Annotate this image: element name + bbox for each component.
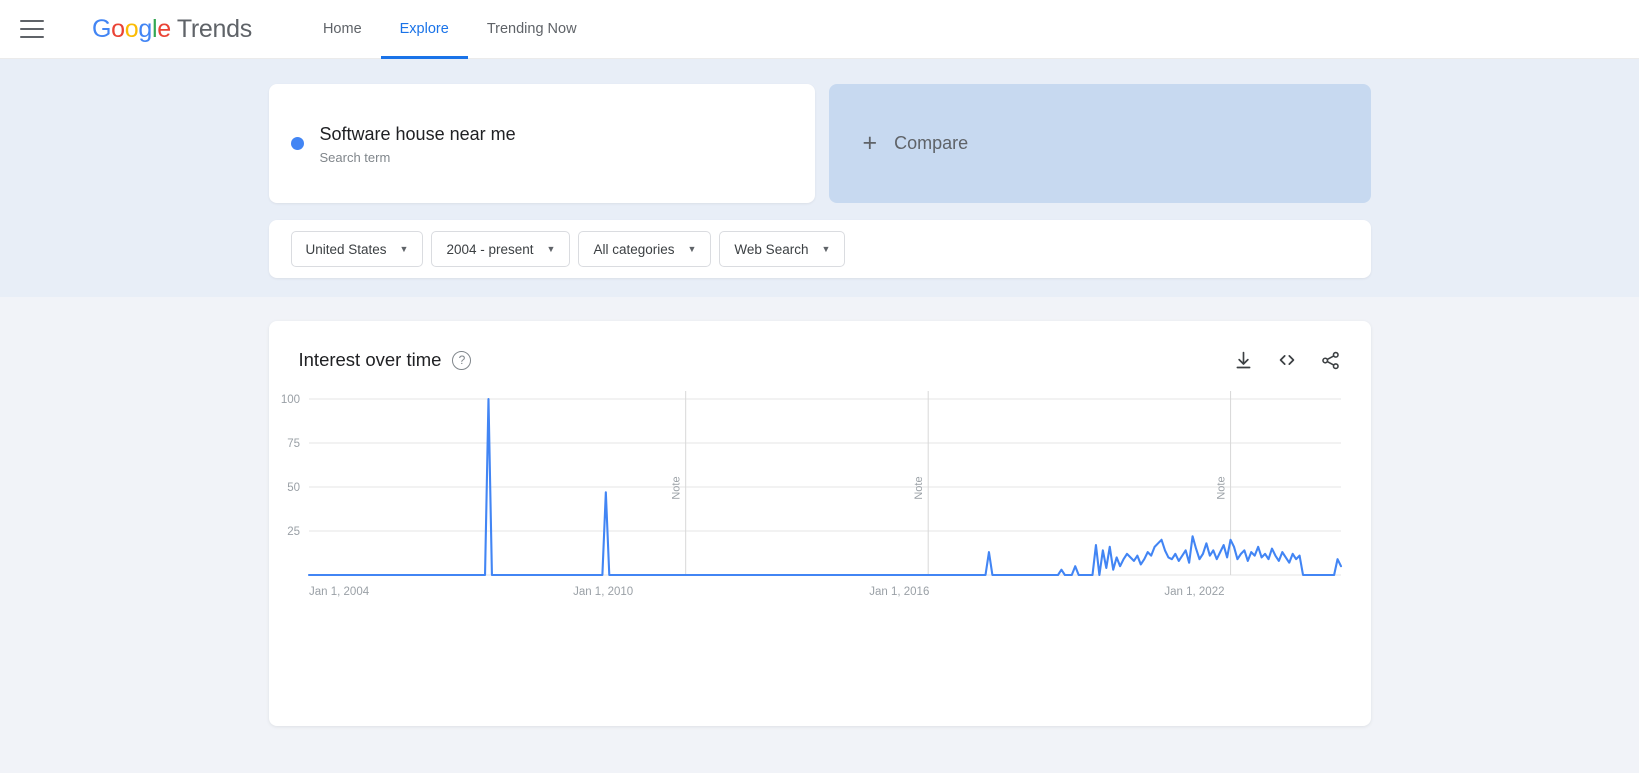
filter-location-label: United States <box>305 241 387 257</box>
search-term-card[interactable]: Software house near me Search term <box>268 84 815 203</box>
y-axis-tick-label: 50 <box>287 482 300 494</box>
x-axis-tick-label: Jan 1, 2016 <box>869 586 929 598</box>
plus-icon: + <box>862 129 878 157</box>
nav-label-trending-now: Trending Now <box>486 21 577 37</box>
chart-title: Interest over time <box>298 349 442 370</box>
query-filter-band: Software house near me Search term + Com… <box>0 59 1639 297</box>
google-trends-logo[interactable]: Google Trends <box>92 15 252 44</box>
note-annotation-label[interactable]: Note <box>1215 476 1227 499</box>
compare-card[interactable]: + Compare <box>828 84 1371 203</box>
nav-label-home: Home <box>322 21 362 37</box>
chart-title-row: Interest over time ? <box>299 349 472 371</box>
nav-item-explore[interactable]: Explore <box>380 0 468 59</box>
filter-category[interactable]: All categories ▼ <box>578 231 712 267</box>
hamburger-menu-icon[interactable] <box>20 20 44 38</box>
main-navigation: Home Explore Trending Now <box>304 0 596 59</box>
embed-code-icon[interactable] <box>1276 349 1298 371</box>
chevron-down-icon: ▼ <box>687 244 697 254</box>
download-icon[interactable] <box>1233 350 1254 371</box>
chevron-down-icon: ▼ <box>399 244 409 254</box>
interest-over-time-chart[interactable]: 100 75 50 25 Note Note Note Jan 1, 2004 Jan 1, 2… <box>269 383 1371 683</box>
filter-time-range[interactable]: 2004 - present ▼ <box>431 231 571 267</box>
y-axis-tick-label: 75 <box>287 438 300 450</box>
filter-search-type[interactable]: Web Search ▼ <box>719 231 846 267</box>
trends-wordmark: Trends <box>176 14 252 43</box>
compare-label: Compare <box>894 133 969 153</box>
x-axis-tick-label: Jan 1, 2010 <box>573 586 633 598</box>
chart-plot-area[interactable]: 100 75 50 25 Note Note Note Jan 1, 2004 Jan 1, 2… <box>269 383 1371 683</box>
filter-time-range-label: 2004 - present <box>446 241 534 257</box>
nav-item-trending-now[interactable]: Trending Now <box>468 0 596 59</box>
search-term-type: Search term <box>319 149 391 165</box>
filters-bar: United States ▼ 2004 - present ▼ All cat… <box>268 220 1371 278</box>
help-circle-icon[interactable]: ? <box>452 350 472 370</box>
search-term-value: Software house near me <box>319 124 516 145</box>
y-axis-tick-label: 100 <box>280 394 299 406</box>
x-axis-tick-label: Jan 1, 2022 <box>1164 586 1224 598</box>
app-header: Google Trends Home Explore Trending Now <box>0 0 1639 59</box>
x-axis-tick-label: Jan 1, 2004 <box>309 586 370 598</box>
chart-header: Interest over time ? <box>269 321 1371 371</box>
y-axis-tick-label: 25 <box>287 526 300 538</box>
nav-label-explore: Explore <box>399 21 449 37</box>
search-term-text: Software house near me Search term <box>320 122 516 164</box>
share-icon[interactable] <box>1320 350 1341 371</box>
google-wordmark: Google <box>92 14 171 43</box>
chart-toolbar <box>1233 349 1341 371</box>
filter-search-type-label: Web Search <box>734 241 809 257</box>
chevron-down-icon: ▼ <box>821 244 831 254</box>
chart-section: Interest over time ? 100 75 50 25 Note N… <box>0 297 1639 773</box>
filter-category-label: All categories <box>593 241 675 257</box>
series-color-dot <box>290 137 304 150</box>
note-annotation-label[interactable]: Note <box>913 476 925 499</box>
filter-location[interactable]: United States ▼ <box>290 231 424 267</box>
chevron-down-icon: ▼ <box>546 244 556 254</box>
interest-over-time-card: Interest over time ? 100 75 50 25 Note N… <box>268 321 1371 726</box>
note-annotation-label[interactable]: Note <box>670 476 682 499</box>
query-cards-row: Software house near me Search term + Com… <box>268 59 1371 203</box>
nav-item-home[interactable]: Home <box>304 0 381 59</box>
